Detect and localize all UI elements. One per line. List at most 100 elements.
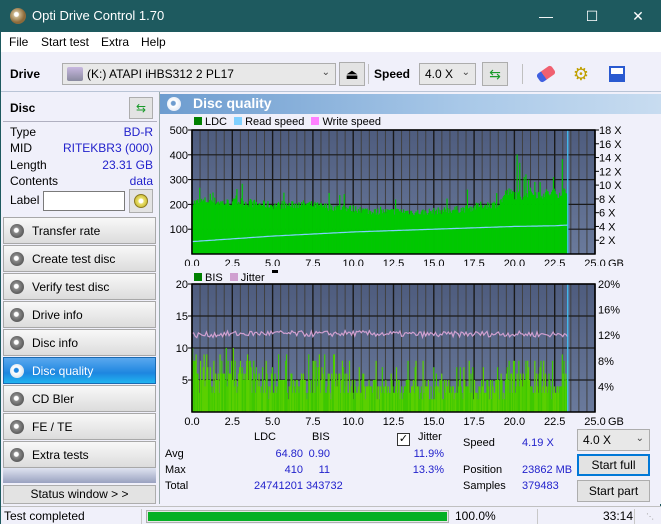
y2-tick-label: 8% (598, 356, 614, 368)
disc-info-length: Length 23.31 GB (10, 158, 153, 174)
nav-create-test-disc[interactable]: Create test disc (3, 245, 156, 272)
menu-start-test[interactable]: Start test (41, 35, 89, 49)
bis-chart: 5 10 15 20 4% 8% 12% 16% 20% 0.0 2.5 5.0 7.5 10.0 12.5… (176, 280, 624, 426)
nav-cd-bler[interactable]: CD Bler (3, 385, 156, 412)
minimize-button[interactable]: — (523, 1, 569, 32)
x-axis-label: GB (608, 416, 624, 426)
disc-info-contents: Contents data (10, 174, 153, 190)
stats-max-jitter: 13.3% (412, 464, 444, 476)
stats-row-label: Avg (165, 448, 184, 460)
start-full-button[interactable]: Start full (577, 454, 650, 476)
y-tick-label: 10 (176, 343, 188, 355)
info-key: Type (10, 125, 37, 139)
drive-select[interactable]: (K:) ATAPI iHBS312 2 PL17 ⌄ (62, 63, 336, 85)
x-tick-label: 0.0 (184, 416, 199, 426)
disc-icon (10, 308, 24, 322)
settings-button[interactable]: ⚙ (568, 62, 594, 86)
test-speed-select[interactable]: 4.0 X ⌄ (577, 429, 650, 451)
legend-marker (271, 270, 278, 273)
position-label: Position (463, 464, 503, 476)
y2-tick-label: 20% (598, 280, 620, 291)
y2-tick-label: 14 X (599, 153, 622, 165)
y-tick-label: 15 (176, 311, 188, 323)
samples-value: 379483 (522, 480, 559, 492)
ldc-chart: 100 200 300 400 500 2 X 4 X6 X 8 X 10 X 12 X14 X 1… (170, 126, 624, 266)
x-tick-label: 12.5 (383, 416, 404, 426)
nav-label: Disc info (32, 336, 79, 350)
drive-select-value: (K:) ATAPI iHBS312 2 PL17 (87, 67, 234, 81)
nav-label: Transfer rate (32, 224, 101, 238)
status-text: Test completed (4, 509, 85, 523)
jitter-checkbox[interactable]: ✓ (397, 433, 410, 446)
main-panel: Disc quality LDC Read speed Write speed … (159, 92, 661, 504)
x-tick-label: 5.0 (265, 258, 280, 266)
start-part-button[interactable]: Start part (577, 480, 650, 502)
legend-swatch (311, 117, 320, 125)
menu-bar: File Start test Extra Help (1, 32, 661, 52)
sidebar: Disc ⇆ Type BD-R MID RITEKBR3 (000) Leng… (1, 92, 159, 504)
y2-tick-label: 18 X (599, 126, 622, 137)
chevron-down-icon: ⌄ (321, 67, 330, 78)
x-tick-label: 20.0 (504, 258, 525, 266)
sidebar-filler (3, 468, 156, 483)
nav-label: Drive info (32, 308, 83, 322)
settings-icon: ⚙ (572, 64, 590, 84)
stats-header-bis: BIS (312, 431, 330, 443)
nav-label: Extra tests (32, 448, 89, 462)
disc-icon (10, 224, 24, 238)
toolbar-separator (522, 64, 523, 84)
nav-transfer-rate[interactable]: Transfer rate (3, 217, 156, 244)
nav-extra-tests[interactable]: Extra tests (3, 441, 156, 468)
disc-icon (10, 336, 24, 350)
info-value: BD-R (123, 125, 153, 139)
erase-button[interactable] (533, 62, 559, 86)
menu-help[interactable]: Help (141, 35, 166, 49)
disc-icon (10, 280, 24, 294)
status-window-button[interactable]: Status window > > (3, 485, 156, 504)
resize-grip-icon[interactable]: ⋱ (646, 512, 654, 521)
disc-quality-icon (167, 97, 181, 111)
nav-disc-quality[interactable]: Disc quality (3, 357, 156, 384)
progress-bar (146, 510, 449, 523)
disc-label-input[interactable] (43, 191, 125, 211)
stats-total-bis: 343732 (306, 480, 343, 492)
info-key: Length (10, 158, 47, 172)
nav-verify-test-disc[interactable]: Verify test disc (3, 273, 156, 300)
disc-header-title: Disc (10, 101, 36, 115)
menu-file[interactable]: File (9, 35, 28, 49)
disc-header: Disc ⇆ (3, 94, 157, 122)
nav-fe-te[interactable]: FE / TE (3, 413, 156, 440)
x-tick-label: 0.0 (184, 258, 199, 266)
y-tick-label: 500 (170, 126, 188, 137)
info-value: 23.31 GB (102, 158, 153, 172)
nav-disc-info[interactable]: Disc info (3, 329, 156, 356)
y2-tick-label: 16 X (599, 139, 622, 151)
x-tick-label: 7.5 (305, 416, 320, 426)
window-title: Opti Drive Control 1.70 (32, 8, 165, 23)
close-button[interactable]: ✕ (615, 1, 661, 32)
info-key: Contents (10, 174, 59, 188)
refresh-button[interactable]: ⇆ (482, 62, 508, 86)
stats-avg-jitter: 11.9% (413, 448, 444, 460)
speed-select[interactable]: 4.0 X ⌄ (419, 63, 476, 85)
nav-label: FE / TE (32, 420, 73, 434)
maximize-button[interactable]: ☐ (569, 1, 615, 32)
disc-refresh-button[interactable]: ⇆ (129, 97, 153, 119)
x-tick-label: 5.0 (265, 416, 280, 426)
stats-total-ldc: 24741201 (254, 480, 303, 492)
stats-avg-bis: 0.90 (308, 448, 330, 460)
save-button[interactable] (604, 62, 630, 86)
stats-row-label: Max (165, 464, 186, 476)
y2-tick-label: 10 X (599, 180, 622, 192)
erase-icon (535, 64, 557, 84)
y-tick-label: 400 (170, 150, 188, 162)
menu-extra[interactable]: Extra (101, 35, 129, 49)
nav-label: Disc quality (32, 364, 94, 378)
legend-swatch (234, 117, 243, 125)
disc-icon (10, 364, 24, 378)
x-tick-label: 7.5 (305, 258, 320, 266)
nav-label: Verify test disc (32, 280, 110, 294)
disc-label-button[interactable] (129, 189, 153, 213)
nav-drive-info[interactable]: Drive info (3, 301, 156, 328)
eject-button[interactable]: ⏏ (339, 62, 365, 86)
